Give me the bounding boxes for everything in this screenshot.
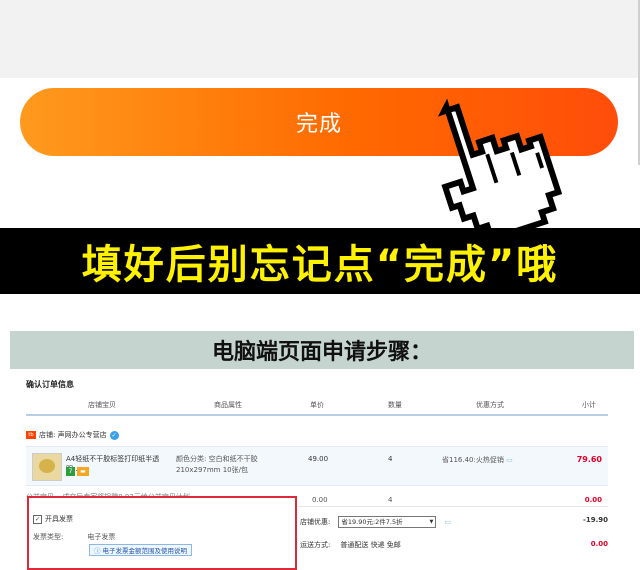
promo-tag-icon: ▬ bbox=[77, 467, 89, 476]
col-header: 小计 bbox=[582, 401, 596, 409]
invoice-checkbox[interactable]: ✓ bbox=[33, 514, 42, 524]
gift-qty: 4 bbox=[388, 496, 393, 504]
gift-subtotal: 0.00 bbox=[584, 496, 602, 504]
order-screenshot: 确认订单信息 店铺宝贝 商品属性 单价 数量 优惠方式 小计 tb 店铺: 声网… bbox=[20, 370, 620, 570]
divider bbox=[298, 506, 608, 507]
invoice-type-value: 电子发票 bbox=[87, 533, 116, 541]
unit-price: 49.00 bbox=[308, 455, 329, 463]
product-attributes: 颜色分类: 空白和纸不干胶 210x297mm 10张/包 bbox=[176, 455, 258, 474]
e-invoice-link-text[interactable]: 电子发票金额范围及使用说明 bbox=[103, 545, 188, 555]
invoice-type-row: 发票类型: 电子发票 bbox=[33, 532, 115, 542]
store-name[interactable]: 店铺: 声网办公专营店 bbox=[39, 430, 107, 440]
invoice-checkbox-label: 开具发票 bbox=[45, 515, 73, 523]
shipping-row: 运送方式: 普通配送 快递 免邮 bbox=[300, 540, 401, 550]
section-title: 电脑端页面申请步骤： bbox=[10, 331, 634, 369]
discount-label: 店铺优惠: bbox=[300, 518, 331, 526]
info-icon: ⓘ bbox=[94, 547, 101, 555]
col-header: 单价 bbox=[310, 401, 324, 409]
store-badge-icon: tb bbox=[26, 431, 36, 439]
discount-row: 店铺优惠: 省19.90元:2件7.5折 ▭ bbox=[300, 516, 451, 528]
invoice-highlight-box: ✓ 开具发票 发票类型: 电子发票 ⓘ 电子发票金额范围及使用说明 bbox=[27, 496, 297, 570]
order-title: 确认订单信息 bbox=[26, 380, 74, 389]
reminder-banner-text: 填好后别忘记点“完成”哦 bbox=[81, 242, 559, 288]
table-header: 店铺宝贝 商品属性 单价 数量 优惠方式 小计 bbox=[26, 396, 608, 416]
comment-icon[interactable]: ▭ bbox=[444, 518, 451, 526]
product-tags: 7 ▬ bbox=[66, 467, 89, 476]
discount-amount: -19.90 bbox=[582, 516, 608, 524]
product-thumbnail[interactable] bbox=[32, 453, 62, 481]
promo-text: 省116.40:火热促销 ▭ bbox=[442, 456, 513, 464]
col-header: 店铺宝贝 bbox=[88, 401, 116, 409]
e-invoice-info-link[interactable]: ⓘ 电子发票金额范围及使用说明 bbox=[89, 544, 192, 556]
invoice-checkbox-row[interactable]: ✓ 开具发票 bbox=[33, 514, 73, 524]
shipping-amount: 0.00 bbox=[590, 540, 608, 548]
seven-day-return-icon: 7 bbox=[66, 467, 75, 476]
shipping-value: 普通配送 快递 免邮 bbox=[340, 541, 401, 549]
shipping-label: 运送方式: bbox=[300, 541, 331, 549]
product-image-icon bbox=[39, 459, 55, 473]
gift-price: 0.00 bbox=[312, 496, 328, 504]
invoice-type-label: 发票类型: bbox=[33, 533, 64, 541]
top-gray-area bbox=[0, 0, 640, 165]
col-header: 商品属性 bbox=[214, 401, 242, 409]
col-header: 数量 bbox=[388, 401, 402, 409]
quantity: 4 bbox=[388, 455, 393, 463]
pointing-hand-icon bbox=[437, 98, 563, 236]
table-row: A4轻纸不干胶标签打印纸半透明... 7 ▬ 颜色分类: 空白和纸不干胶 210… bbox=[26, 446, 608, 486]
store-line[interactable]: tb 店铺: 声网办公专营店 ✓ bbox=[26, 430, 119, 440]
col-header: 优惠方式 bbox=[476, 401, 504, 409]
discount-select[interactable]: 省19.90元:2件7.5折 bbox=[338, 516, 437, 528]
subtotal: 79.60 bbox=[576, 455, 602, 464]
chat-icon[interactable]: ✓ bbox=[109, 430, 119, 440]
